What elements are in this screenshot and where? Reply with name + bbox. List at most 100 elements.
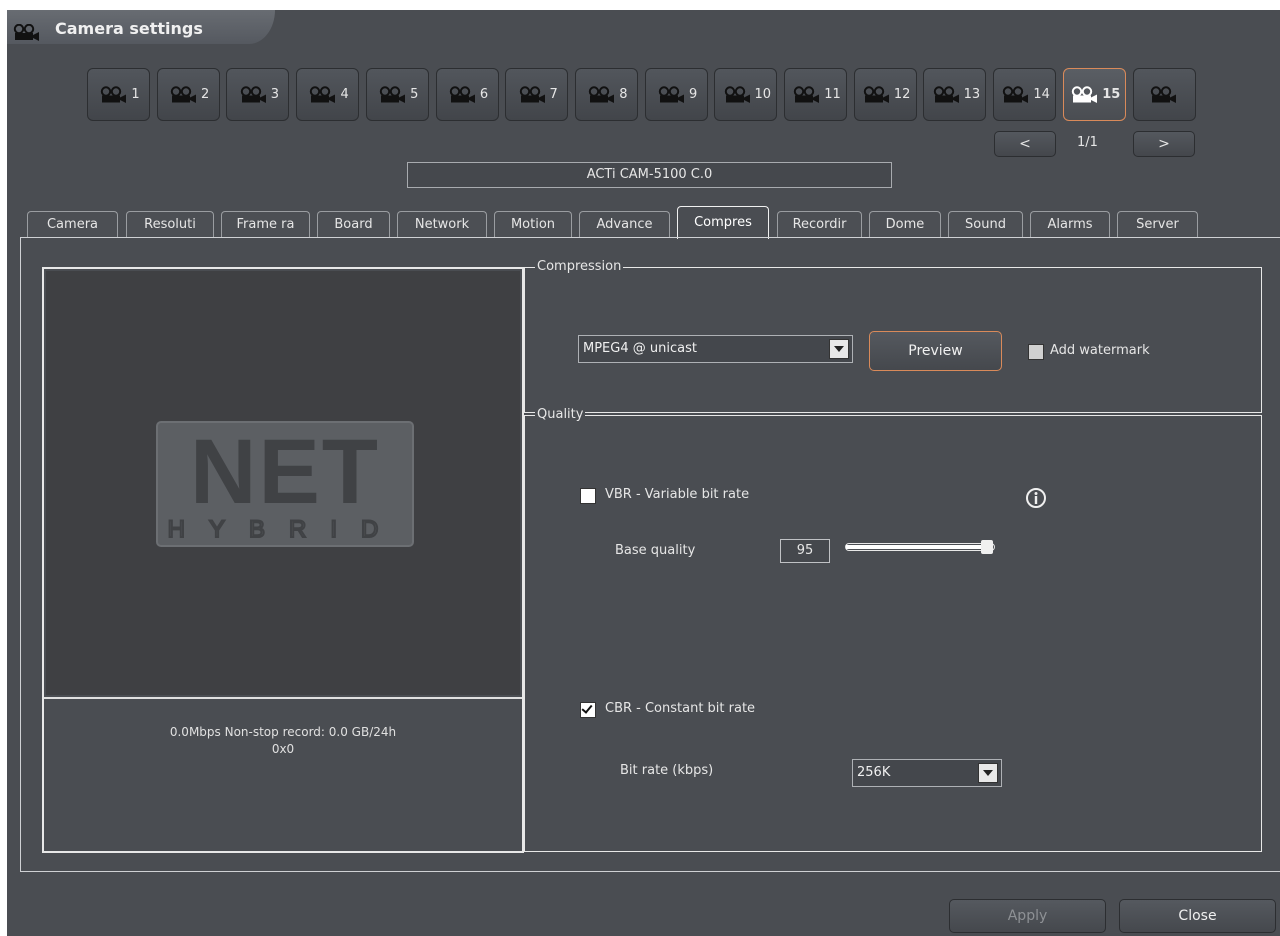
camera-icon bbox=[519, 85, 545, 103]
slider-thumb[interactable] bbox=[980, 540, 993, 554]
chevron-down-icon[interactable] bbox=[978, 763, 998, 783]
camera-icon bbox=[589, 85, 615, 103]
camera-icon bbox=[724, 85, 750, 103]
title-bar: Camera settings bbox=[7, 10, 1280, 44]
title-tab: Camera settings bbox=[7, 10, 275, 44]
close-button[interactable]: Close bbox=[1119, 899, 1276, 933]
camera-button-6[interactable]: 6 bbox=[435, 68, 499, 121]
tab-server[interactable]: Server bbox=[1117, 211, 1198, 238]
camera-icon bbox=[863, 85, 889, 103]
camera-button-label: 7 bbox=[549, 87, 558, 102]
net-hybrid-logo: NET HYBRID bbox=[156, 421, 414, 547]
tab-camera[interactable]: Camera bbox=[27, 211, 118, 238]
camera-icon bbox=[1003, 85, 1029, 103]
camera-button-2[interactable]: 2 bbox=[156, 68, 220, 121]
camera-icon bbox=[658, 85, 684, 103]
camera-button-label: 9 bbox=[688, 87, 698, 102]
next-page-button[interactable]: > bbox=[1133, 131, 1195, 157]
tab-alarms[interactable]: Alarms bbox=[1030, 211, 1110, 238]
cbr-label: CBR - Constant bit rate bbox=[605, 701, 756, 716]
camera-button-12[interactable]: 12 bbox=[853, 68, 917, 121]
window-title: Camera settings bbox=[55, 19, 203, 38]
preview-button[interactable]: Preview bbox=[869, 331, 1002, 371]
camera-button-11[interactable]: 11 bbox=[784, 68, 847, 121]
check-icon bbox=[581, 702, 593, 714]
vbr-label: VBR - Variable bit rate bbox=[605, 487, 750, 502]
camera-icon bbox=[449, 85, 475, 103]
camera-button-label: 8 bbox=[619, 87, 628, 102]
bitrate-label: Bit rate (kbps) bbox=[620, 763, 714, 778]
camera-button-4[interactable]: 4 bbox=[296, 68, 360, 121]
camera-button-label: 1 bbox=[131, 87, 140, 102]
base-quality-slider[interactable] bbox=[845, 540, 995, 554]
camera-button-label: 14 bbox=[1033, 87, 1050, 102]
watermark-label: Add watermark bbox=[1050, 343, 1150, 358]
bitrate-dropdown[interactable]: 256K bbox=[852, 759, 1002, 787]
camera-icon bbox=[240, 85, 266, 103]
slider-fill bbox=[846, 545, 985, 549]
camera-icon bbox=[1072, 85, 1098, 103]
tab-advance[interactable]: Advance bbox=[579, 211, 670, 238]
resolution-stats: 0x0 bbox=[271, 742, 295, 756]
chevron-down-icon[interactable] bbox=[829, 339, 849, 359]
camera-button-13[interactable]: 13 bbox=[923, 68, 987, 121]
quality-group: Quality VBR - Variable bit rate Base qua… bbox=[524, 407, 1262, 852]
tab-compres[interactable]: Compres bbox=[677, 206, 769, 239]
prev-page-button[interactable]: < bbox=[994, 131, 1056, 157]
camera-icon bbox=[933, 85, 959, 103]
camera-button-1[interactable]: 1 bbox=[87, 68, 150, 121]
camera-icon bbox=[794, 85, 820, 103]
camera-icon bbox=[101, 85, 127, 103]
camera-button-10[interactable]: 10 bbox=[714, 68, 778, 121]
tab-network[interactable]: Network bbox=[397, 211, 487, 238]
camera-button-8[interactable]: 8 bbox=[574, 68, 638, 121]
base-quality-value[interactable]: 95 bbox=[780, 539, 830, 563]
tab-sound[interactable]: Sound bbox=[948, 211, 1023, 238]
vbr-checkbox[interactable] bbox=[580, 488, 596, 504]
camera-button-label: 3 bbox=[270, 87, 280, 102]
tab-dome[interactable]: Dome bbox=[869, 211, 941, 238]
camera-name-field: ACTi CAM-5100 C.0 bbox=[407, 162, 892, 188]
camera-button-7[interactable]: 7 bbox=[505, 68, 569, 121]
tab-frame-ra[interactable]: Frame ra bbox=[221, 211, 310, 238]
camera-button-label: 11 bbox=[824, 87, 841, 102]
codec-value: MPEG4 @ unicast bbox=[583, 341, 697, 356]
camera-icon bbox=[13, 24, 39, 41]
quality-group-label: Quality bbox=[535, 407, 586, 422]
camera-settings-window: Camera settings 1 2 3 4 5 6 7 8 9 10 11 … bbox=[7, 10, 1280, 936]
tab-recordir[interactable]: Recordir bbox=[777, 211, 862, 238]
camera-button-5[interactable]: 5 bbox=[365, 68, 429, 121]
bitrate-stats: 0.0Mbps Non-stop record: 0.0 GB/24h bbox=[169, 725, 397, 739]
camera-button-label: 6 bbox=[479, 87, 489, 102]
apply-button[interactable]: Apply bbox=[949, 899, 1106, 933]
info-icon[interactable] bbox=[1025, 487, 1047, 509]
camera-button-9[interactable]: 9 bbox=[644, 68, 708, 121]
video-preview-box: NET HYBRID 0.0Mbps Non-stop record: 0.0 … bbox=[42, 267, 524, 853]
cbr-checkbox[interactable] bbox=[580, 702, 596, 718]
compression-group: Compression MPEG4 @ unicast Preview Add … bbox=[524, 259, 1262, 413]
camera-button-3[interactable]: 3 bbox=[226, 68, 290, 121]
bitrate-value: 256K bbox=[857, 765, 891, 780]
camera-button-15[interactable]: 15 bbox=[1062, 68, 1126, 121]
tab-board[interactable]: Board bbox=[317, 211, 390, 238]
tab-resoluti[interactable]: Resoluti bbox=[126, 211, 214, 238]
video-area: NET HYBRID bbox=[46, 271, 520, 695]
watermark-checkbox[interactable] bbox=[1028, 344, 1044, 360]
tab-motion[interactable]: Motion bbox=[494, 211, 572, 238]
camera-button-label: 5 bbox=[410, 87, 419, 102]
camera-icon bbox=[1150, 85, 1176, 103]
compression-group-label: Compression bbox=[535, 259, 624, 274]
camera-button-14[interactable]: 14 bbox=[993, 68, 1057, 121]
logo-main-text: NET bbox=[190, 421, 380, 523]
codec-dropdown[interactable]: MPEG4 @ unicast bbox=[578, 335, 853, 363]
preview-divider bbox=[44, 697, 522, 699]
camera-icon bbox=[310, 85, 336, 103]
recording-stats: 0.0Mbps Non-stop record: 0.0 GB/24h 0x0 bbox=[44, 724, 522, 758]
camera-button-more[interactable] bbox=[1132, 68, 1196, 121]
camera-button-label: 12 bbox=[893, 87, 911, 102]
camera-button-label: 15 bbox=[1102, 87, 1121, 102]
camera-button-label: 10 bbox=[754, 87, 772, 102]
camera-button-label: 2 bbox=[201, 87, 210, 102]
camera-button-label: 13 bbox=[963, 87, 981, 102]
page-indicator: 1/1 bbox=[1077, 135, 1098, 150]
